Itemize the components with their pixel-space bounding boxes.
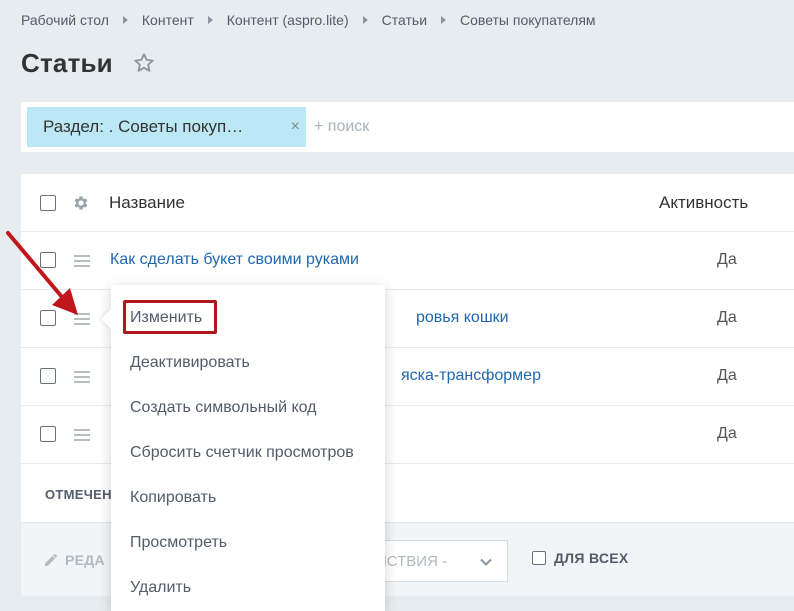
row-name-link[interactable]: яска-трансформер <box>401 367 541 385</box>
breadcrumb-item-articles[interactable]: Статьи <box>382 12 427 28</box>
drag-handle-icon[interactable] <box>74 371 90 383</box>
close-icon[interactable]: × <box>291 118 300 136</box>
table-row: Как сделать букет своими руками Да <box>21 232 794 290</box>
filter-chip-label: Раздел: . Советы покуп… <box>43 117 244 136</box>
for-all-checkbox[interactable] <box>532 551 546 565</box>
breadcrumb-separator-icon <box>441 16 447 24</box>
row-checkbox[interactable] <box>40 368 56 384</box>
menu-item-copy[interactable]: Копировать <box>130 489 216 507</box>
for-all-toggle[interactable]: ДЛЯ ВСЕХ <box>532 550 629 566</box>
row-active-value: Да <box>717 251 737 268</box>
pencil-icon <box>43 552 59 568</box>
grid-header: Название Активность <box>21 174 794 232</box>
menu-item-delete[interactable]: Удалить <box>130 579 191 597</box>
breadcrumb-separator-icon <box>207 16 213 24</box>
row-active-value: Да <box>717 309 737 326</box>
edit-button-label: РЕДА <box>65 552 105 568</box>
column-header-name[interactable]: Название <box>109 193 185 213</box>
select-all-checkbox[interactable] <box>40 195 56 211</box>
actions-select-value: ЙСТВИЯ - <box>376 553 448 570</box>
filter-chip-section[interactable]: Раздел: . Советы покуп… × <box>27 107 306 147</box>
menu-item-edit[interactable]: Изменить <box>130 309 202 327</box>
breadcrumb-item-content[interactable]: Контент <box>142 12 194 28</box>
title-row: Статьи <box>21 48 155 79</box>
row-name-link[interactable]: ровья кошки <box>416 309 509 327</box>
menu-item-reset-counter[interactable]: Сбросить счетчик просмотров <box>130 444 354 462</box>
red-arrow-icon <box>6 231 78 315</box>
breadcrumb-separator-icon <box>122 16 128 24</box>
row-active-value: Да <box>717 367 737 384</box>
gear-icon[interactable] <box>72 194 90 217</box>
breadcrumb: Рабочий стол Контент Контент (aspro.lite… <box>21 12 596 28</box>
row-context-menu: Изменить Деактивировать Создать символьн… <box>111 285 385 611</box>
menu-item-deactivate[interactable]: Деактивировать <box>130 354 250 372</box>
breadcrumb-separator-icon <box>362 16 368 24</box>
filter-bar: Раздел: . Советы покуп… × + поиск <box>21 102 794 152</box>
star-icon[interactable] <box>133 52 155 79</box>
row-active-value: Да <box>717 425 737 442</box>
for-all-label: ДЛЯ ВСЕХ <box>554 550 629 566</box>
row-checkbox[interactable] <box>40 426 56 442</box>
search-input[interactable]: + поиск <box>314 118 369 136</box>
page-title: Статьи <box>21 48 113 78</box>
breadcrumb-item-content-aspro[interactable]: Контент (aspro.lite) <box>227 12 349 28</box>
breadcrumb-item-desktop[interactable]: Рабочий стол <box>21 12 109 28</box>
breadcrumb-item-tips[interactable]: Советы покупателям <box>460 12 596 28</box>
chevron-down-icon <box>479 555 493 574</box>
row-name-link[interactable]: Как сделать букет своими руками <box>110 251 359 269</box>
column-header-active[interactable]: Активность <box>659 193 748 213</box>
selected-count-label: ОТМЕЧЕН <box>45 487 112 502</box>
menu-item-create-code[interactable]: Создать символьный код <box>130 399 317 417</box>
edit-button[interactable]: РЕДА <box>43 552 105 568</box>
drag-handle-icon[interactable] <box>74 429 90 441</box>
menu-item-view[interactable]: Просмотреть <box>130 534 227 552</box>
